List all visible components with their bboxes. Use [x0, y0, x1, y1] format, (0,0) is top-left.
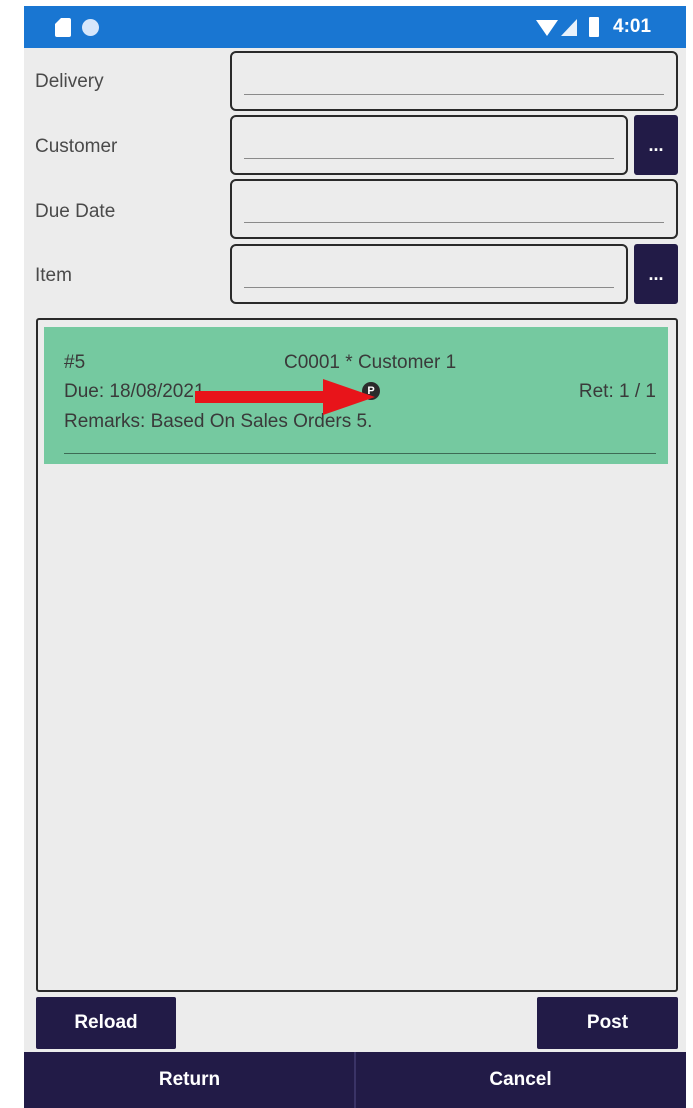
due-date-underline	[244, 222, 664, 223]
item-input[interactable]	[244, 254, 614, 284]
bottom-action-bar: Return Cancel	[24, 1052, 686, 1108]
return-button[interactable]: Return	[24, 1052, 355, 1108]
status-bar: 4:01	[24, 6, 686, 48]
customer-field[interactable]	[230, 115, 628, 175]
status-time: 4:01	[613, 16, 652, 37]
app-screen: 4:01 Delivery Customer ... Due Date Item…	[24, 6, 686, 1108]
customer-input[interactable]	[244, 125, 614, 155]
customer-label: Customer	[35, 136, 118, 157]
card-divider	[64, 453, 656, 454]
due-date-label: Due Date	[35, 201, 116, 222]
sd-card-icon	[55, 18, 71, 37]
due-date-field[interactable]	[230, 179, 678, 239]
signal-icon	[561, 19, 577, 36]
notification-dot-icon	[82, 19, 99, 36]
delivery-field[interactable]	[230, 51, 678, 111]
due-date-input[interactable]	[244, 189, 664, 219]
cancel-button[interactable]: Cancel	[355, 1052, 686, 1108]
delivery-label: Delivery	[35, 71, 104, 92]
item-lookup-button[interactable]: ...	[634, 244, 678, 304]
customer-underline	[244, 158, 614, 159]
customer-name: C0001 * Customer 1	[284, 352, 457, 373]
due-date: Due: 18/08/2021	[64, 381, 205, 402]
item-label: Item	[35, 265, 72, 286]
delivery-list[interactable]: #5 C0001 * Customer 1 Due: 18/08/2021 P …	[36, 318, 678, 992]
customer-lookup-button[interactable]: ...	[634, 115, 678, 175]
wifi-icon	[536, 20, 558, 36]
delivery-input[interactable]	[244, 61, 664, 91]
return-count: Ret: 1 / 1	[578, 381, 656, 402]
delivery-underline	[244, 94, 664, 95]
battery-icon	[589, 17, 599, 37]
item-underline	[244, 287, 614, 288]
delivery-number: #5	[64, 352, 86, 373]
reload-button[interactable]: Reload	[36, 997, 176, 1049]
annotation-arrow-icon	[195, 379, 375, 415]
post-button[interactable]: Post	[537, 997, 678, 1049]
item-field[interactable]	[230, 244, 628, 304]
